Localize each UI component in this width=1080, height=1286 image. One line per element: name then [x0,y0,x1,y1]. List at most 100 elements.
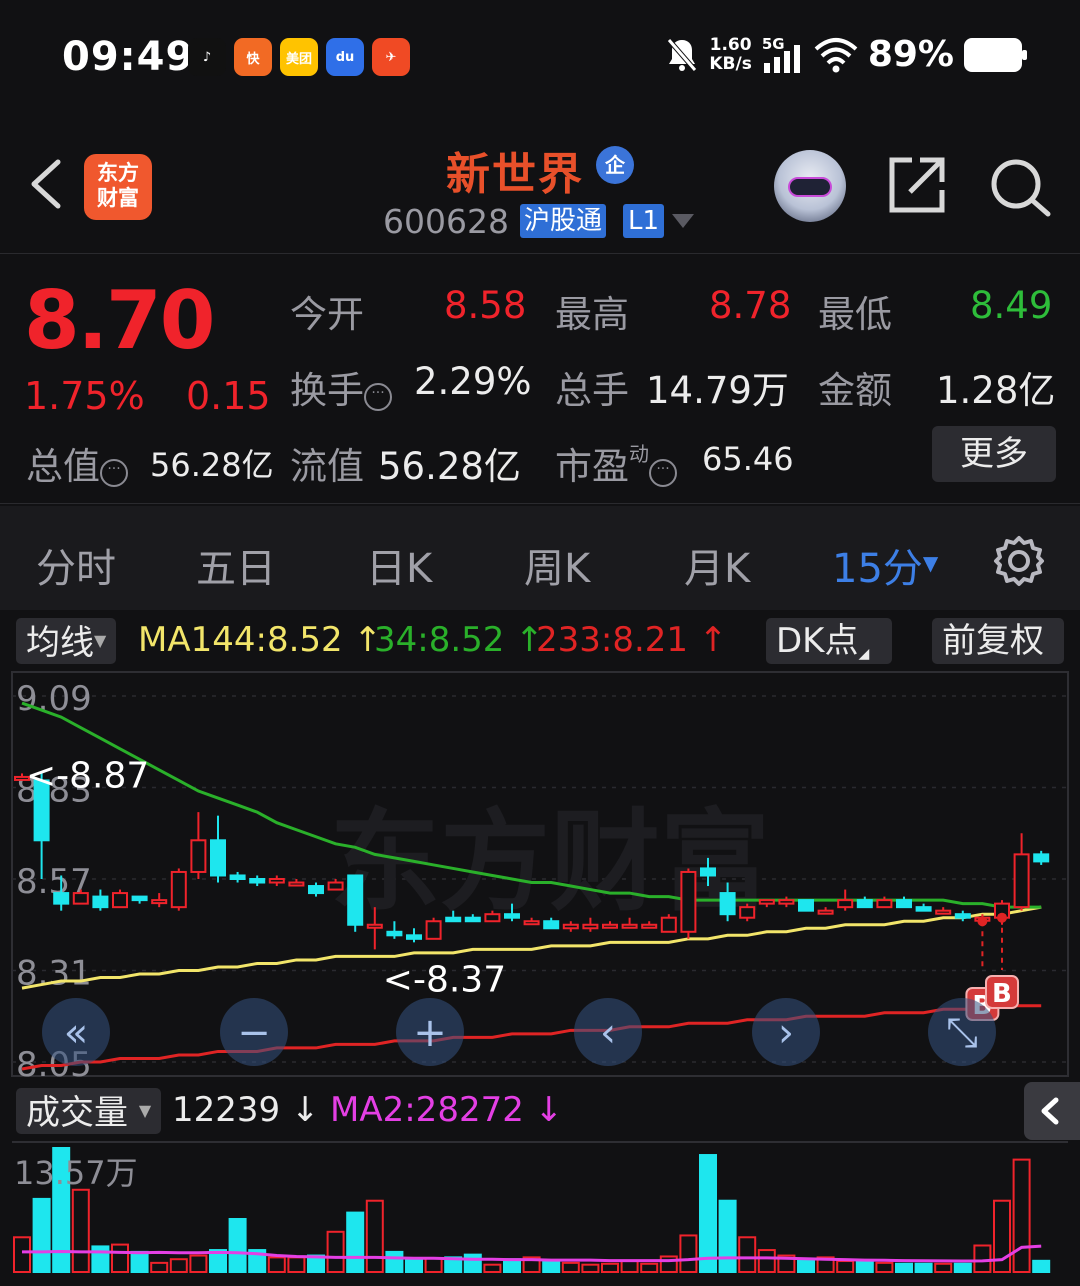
candle [523,920,540,926]
notification-app-icons: ♪ 快美团 du ✈ [188,38,410,76]
high-label: 最高 [555,293,629,336]
candle [229,874,246,881]
amount-label: 金额 [818,369,892,412]
candle [739,906,756,919]
wifi-icon [814,37,858,72]
candle [680,870,697,933]
volume-chart: 13.57万 [12,1141,1068,1274]
feather-app-icon: ✈ [372,38,410,76]
collapse-button[interactable] [1024,1082,1080,1140]
volume-bar [914,1262,933,1274]
volume-bar [581,1263,600,1274]
candle [837,899,854,909]
watermark: 东方财富 [330,798,770,926]
volume-bar [738,1236,757,1273]
volume-label: 总手 [555,369,629,412]
volume-bar [679,1234,698,1273]
dk-point-button[interactable]: DK点◢ [766,618,892,664]
candle [92,895,109,909]
volume-bar [797,1258,815,1274]
candle [151,899,168,905]
volume-bar [973,1244,992,1273]
battery-percent: 89% [867,34,954,75]
chevron-down-icon[interactable] [672,214,694,228]
volume-bar [385,1250,404,1273]
candle [817,909,834,915]
tab-daily-k[interactable]: 日K [366,536,432,594]
tab-five-day[interactable]: 五日 [196,536,276,594]
volume-selector[interactable]: 成交量 ▼ [16,1088,162,1134]
gear-icon[interactable] [992,534,1046,588]
kline-chart[interactable]: 9.098.838.578.318.05东方财富<-8.87<-8.37BB«−… [0,670,1080,1082]
zoom-out-button[interactable]: − [220,998,288,1066]
volume-indicator-bar: 成交量 ▼ 12239 ↓ MA2:28272 ↓ [0,1082,1080,1142]
change-amount: 0.15 [186,374,271,418]
tab-15min[interactable]: 15分▼ [832,536,938,594]
candle [484,913,501,923]
max-price-annotation: <-8.87 [26,755,149,796]
candle [425,920,442,940]
open-label: 今开 [290,293,364,336]
brand-logo: 东方 财富 [84,154,152,220]
rewind-button[interactable]: « [42,998,110,1066]
mute-bell-icon [667,37,698,72]
ma144-label: MA144:8.52 ↑ [138,620,382,660]
volume-bar [757,1249,776,1273]
volume-bar [463,1253,482,1274]
zoom-in-button[interactable]: + [396,998,464,1066]
volume-bar [953,1262,972,1274]
stock-name: 新世界 [446,149,584,200]
buy-marker-dot [977,916,988,927]
battery-icon [964,37,1027,72]
back-icon[interactable] [24,154,68,214]
adjust-button[interactable]: 前复权 [932,618,1064,664]
volume-bar [620,1260,639,1274]
volume-bar [32,1197,51,1273]
more-button[interactable]: 更多 [932,426,1056,482]
candle [700,867,716,877]
candle [935,909,952,915]
caret-down-icon: ▼ [922,551,939,575]
candle [406,934,422,940]
scroll-right-button[interactable]: › [752,998,820,1066]
candle [112,892,128,909]
volume-bar [326,1230,345,1273]
candle [602,923,618,929]
ai-assistant-avatar[interactable] [774,150,846,222]
info-icon[interactable]: ··· [364,383,392,411]
info-icon[interactable]: ··· [100,459,128,487]
volume-bar [424,1257,443,1274]
volume-bar [287,1256,306,1274]
tab-weekly-k[interactable]: 周K [524,536,590,594]
info-icon[interactable]: ··· [649,459,677,487]
tab-monthly-k[interactable]: 月K [684,536,750,594]
share-icon[interactable] [886,154,948,216]
ma233-label: 233:8.21 ↑ [536,620,728,660]
amount-value: 1.28亿 [936,369,1056,412]
caret-down-icon: ▼ [94,631,107,650]
candle [72,892,89,905]
candle [621,923,638,929]
fullscreen-button[interactable]: ⤡ [928,998,996,1066]
tab-intraday[interactable]: 分时 [36,536,116,594]
candle [347,874,364,926]
volume-bar [895,1262,913,1274]
volume-bar [640,1262,659,1274]
turnover-label: 换手 ··· [290,360,392,414]
candle [641,923,658,929]
candle [562,923,579,930]
ma-selector[interactable]: 均线▼ [16,618,117,664]
search-icon[interactable] [988,156,1052,218]
candle [758,899,775,905]
volume-bar [699,1154,717,1273]
pe-label: 市盈动··· [555,436,677,490]
scroll-left-button[interactable]: ‹ [574,998,642,1066]
volume-current: 12239 ↓ [172,1090,320,1130]
ma34-label: 34:8.52 ↑ [374,620,544,660]
system-icons: 1.60 KB/s 5G 89% [665,34,1027,75]
quote-panel: 8.70 1.75% 0.15 今开 8.58 最高 8.78 最低 8.49 … [0,256,1080,504]
candle [778,899,795,905]
last-price: 8.70 [24,274,215,367]
candle [288,881,305,887]
volume-bar [718,1199,737,1273]
